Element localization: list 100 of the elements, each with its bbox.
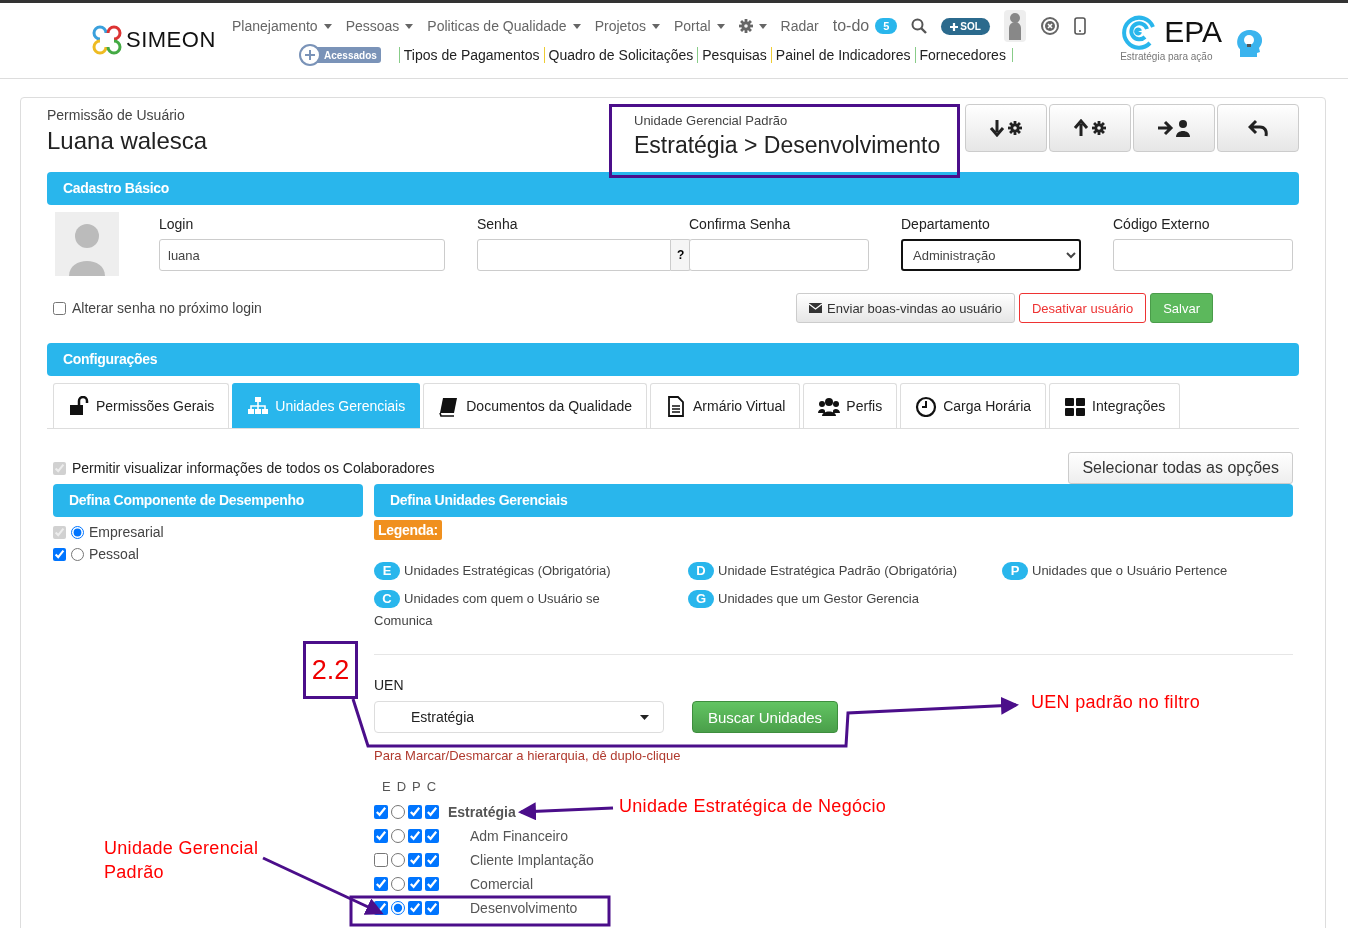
legend-item: C Unidades com quem o Usuário se Comunica <box>374 589 601 630</box>
close-icon[interactable] <box>1039 16 1060 36</box>
unit-name[interactable]: Estratégia <box>448 804 516 820</box>
nav-menu[interactable]: Planejamento <box>232 18 332 34</box>
search-icon[interactable] <box>911 18 928 34</box>
text-field[interactable] <box>689 239 869 271</box>
tab[interactable]: Carga Horária <box>900 383 1047 428</box>
checkbox[interactable] <box>408 829 422 843</box>
tab[interactable]: Integrações <box>1049 383 1181 428</box>
unit-name[interactable]: Comercial <box>448 876 533 892</box>
quick-link[interactable]: Quadro de Solicitações <box>543 47 698 63</box>
clock-icon <box>915 395 938 417</box>
legend-item: G Unidades que um Gestor Gerencia <box>688 588 1002 632</box>
nav-menu[interactable]: Portal <box>674 18 725 34</box>
page-caption: Permissão de Usuário <box>47 107 186 123</box>
option-label: Empresarial <box>89 524 164 540</box>
deactivate-button[interactable]: Desativar usuário <box>1019 293 1147 323</box>
checkbox[interactable] <box>374 829 388 843</box>
download-settings-button[interactable] <box>965 104 1047 152</box>
checkbox[interactable] <box>408 877 422 891</box>
checkbox[interactable] <box>374 901 388 915</box>
sitemap-icon <box>247 395 270 417</box>
lock-icon <box>68 395 90 417</box>
section-header: Configurações <box>47 343 1299 376</box>
caret-icon <box>652 23 660 29</box>
tab[interactable]: Armário Virtual <box>650 383 801 428</box>
nav-menu[interactable]: Projetos <box>594 18 660 34</box>
radio-button[interactable] <box>391 877 405 891</box>
quick-link[interactable]: Fornecedores <box>914 47 1010 63</box>
annotation-label: Unidade Gerencial Padrão <box>104 837 260 884</box>
checkbox[interactable] <box>408 901 422 915</box>
mobile-icon[interactable] <box>1073 17 1086 35</box>
text-field[interactable]: luana <box>159 239 445 271</box>
arrow-up-gear-icon <box>1073 119 1107 137</box>
unit-name[interactable]: Adm Financeiro <box>448 828 569 844</box>
checkbox[interactable] <box>425 853 439 867</box>
quick-link[interactable]: Tipos de Pagamentos <box>398 47 544 63</box>
envelope-icon <box>809 303 823 313</box>
tab[interactable]: Documentos da Qualidade <box>423 383 647 428</box>
field-label: Login <box>159 216 195 232</box>
checkbox[interactable] <box>53 301 66 315</box>
tab[interactable]: Perfis <box>803 383 898 428</box>
checkbox[interactable] <box>374 853 388 867</box>
text-field[interactable] <box>1113 239 1293 271</box>
checkbox[interactable] <box>425 877 439 891</box>
checkbox[interactable] <box>425 805 439 819</box>
unit-name[interactable]: Desenvolvimento <box>448 900 578 916</box>
nav-menu[interactable]: Politicas de Qualidade <box>427 18 581 34</box>
option-label: Pessoal <box>89 546 139 562</box>
select-all-button[interactable]: Selecionar todas as opções <box>1068 452 1293 484</box>
caret-icon <box>572 23 581 29</box>
field-label: Senha <box>477 216 519 232</box>
upload-settings-button[interactable] <box>1049 104 1131 152</box>
help-button[interactable]: ? <box>671 239 692 271</box>
users-icon <box>818 395 841 417</box>
department-select[interactable]: Administração <box>901 239 1081 271</box>
checkbox[interactable] <box>425 829 439 843</box>
checkbox[interactable] <box>408 805 422 819</box>
radio-button[interactable] <box>71 547 84 561</box>
logo-icon <box>92 25 122 55</box>
section-header: Cadastro Básico <box>47 172 1299 205</box>
column-header: C <box>426 779 437 794</box>
assign-user-button[interactable] <box>1133 104 1215 152</box>
checkbox[interactable] <box>374 877 388 891</box>
checkbox[interactable] <box>425 901 439 915</box>
legend-item: E Unidades Estratégicas (Obrigatória) <box>374 560 688 582</box>
quick-link[interactable]: Painel de Indicadores <box>770 47 915 63</box>
checkbox[interactable] <box>374 805 388 819</box>
panel-header: Defina Componente de Desempenho <box>53 484 363 517</box>
checkbox-label[interactable]: Alterar senha no próximo login <box>53 300 262 316</box>
sol-button[interactable]: SOL <box>941 17 990 35</box>
avatar-icon[interactable] <box>1003 10 1026 42</box>
todo-link[interactable]: to-do 5 <box>832 17 898 35</box>
caret-icon <box>716 23 725 29</box>
quick-link[interactable]: Pesquisas <box>697 47 771 63</box>
brand-tagline: Estratégia para ação <box>1120 51 1214 62</box>
password-field[interactable] <box>477 239 671 271</box>
radio-button[interactable] <box>391 829 405 843</box>
caret-icon <box>323 23 332 29</box>
tab[interactable]: Permissões Gerais <box>53 383 230 428</box>
checkbox[interactable] <box>408 853 422 867</box>
welcome-button[interactable]: Enviar boas-vindas ao usuário <box>796 293 1015 323</box>
uen-select[interactable]: Estratégia <box>374 701 664 733</box>
radio-button[interactable] <box>391 901 405 915</box>
back-button[interactable] <box>1217 104 1299 152</box>
default-unit-value: Estratégia > Desenvolvimento <box>634 132 942 159</box>
document-icon <box>665 395 687 417</box>
logo-text: SIMEON <box>126 27 216 53</box>
nav-menu[interactable]: Pessoas <box>345 18 414 34</box>
settings-menu[interactable] <box>738 19 767 33</box>
annotation-label: Unidade Estratégica de Negócio <box>619 796 887 817</box>
avatar-placeholder <box>55 212 119 276</box>
legend-item: P Unidades que o Usuário Pertence <box>1002 560 1293 582</box>
radio-button[interactable] <box>391 805 405 819</box>
plus-icon <box>305 50 315 60</box>
checkbox[interactable] <box>53 547 66 561</box>
unit-name[interactable]: Cliente Implantação <box>448 852 594 868</box>
nav-link[interactable]: Radar <box>780 18 819 34</box>
arrow-down-gear-icon <box>989 119 1023 137</box>
radio-button[interactable] <box>391 853 405 867</box>
